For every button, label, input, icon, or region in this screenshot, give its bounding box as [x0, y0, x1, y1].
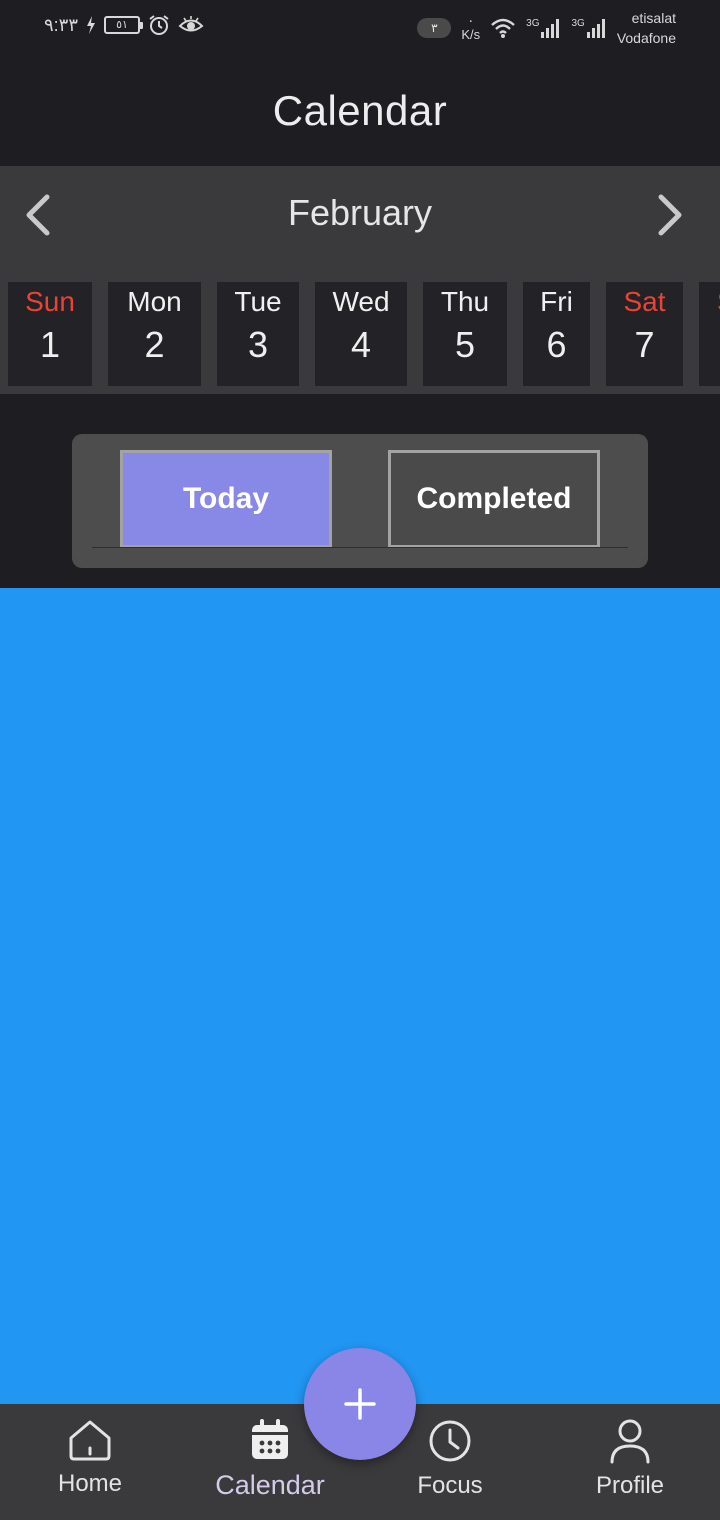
chevron-right-icon — [658, 194, 682, 236]
nav-calendar-label: Calendar — [215, 1470, 325, 1500]
nav-focus-label: Focus — [417, 1472, 483, 1499]
tab-today[interactable]: Today — [120, 450, 332, 548]
nav-home-label: Home — [57, 1470, 123, 1497]
tab-completed[interactable]: Completed — [388, 450, 600, 548]
plus-icon — [344, 1388, 376, 1420]
day-name: Sun — [25, 286, 75, 317]
page-title: Calendar — [272, 87, 448, 134]
day-item-thu[interactable]: Thu 5 — [423, 282, 507, 386]
app-screen: ٩:٣٣ ٥١ ٣ ٠ K/s 3G 3G etisalat Vodafone … — [0, 0, 720, 1520]
day-name: Tue — [234, 286, 282, 317]
nav-profile[interactable]: Profile — [540, 1418, 720, 1514]
network-type-2: 3G — [571, 18, 585, 29]
add-task-button[interactable] — [304, 1348, 416, 1460]
task-list-area — [0, 588, 720, 1404]
day-number: 1 — [39, 324, 61, 365]
signal-bars-icon — [586, 19, 605, 38]
next-month-button[interactable] — [646, 190, 696, 240]
eye-icon — [178, 16, 204, 32]
month-label: February — [287, 192, 433, 233]
signal-1: 3G — [526, 18, 561, 38]
wifi-icon — [491, 18, 515, 38]
month-strip: February Sun 1 Mon 2 Tue 3 Wed 4 Thu 5 F… — [0, 166, 720, 394]
day-number: 2 — [144, 324, 165, 365]
nav-home[interactable]: Home — [0, 1418, 180, 1514]
day-item-sun-partial[interactable]: S — [699, 282, 720, 386]
alarm-icon — [149, 15, 169, 35]
user-icon — [610, 1419, 650, 1464]
task-filter-area: Today Completed — [0, 394, 720, 588]
day-number: 7 — [634, 324, 655, 365]
day-item-tue[interactable]: Tue 3 — [217, 282, 299, 386]
day-name: Thu — [440, 286, 490, 317]
charging-icon — [87, 16, 96, 34]
day-selector: Sun 1 Mon 2 Tue 3 Wed 4 Thu 5 Fri 6 Sat … — [0, 282, 720, 386]
day-name: Fri — [540, 286, 573, 317]
app-bar: Calendar — [0, 56, 720, 166]
day-name: Sat — [623, 286, 666, 317]
day-item-mon[interactable]: Mon 2 — [108, 282, 201, 386]
signal-bars-icon — [541, 19, 560, 38]
task-filter-tabs: Today Completed — [72, 434, 648, 568]
day-name: Mon — [127, 286, 182, 317]
status-bar-left: ٩:٣٣ ٥١ — [44, 14, 204, 36]
day-number: 5 — [454, 324, 476, 365]
day-item-wed[interactable]: Wed 4 — [315, 282, 407, 386]
day-item-fri[interactable]: Fri 6 — [523, 282, 590, 386]
calendar-icon — [252, 1419, 288, 1459]
signal-2: 3G — [571, 18, 606, 38]
home-icon — [69, 1420, 111, 1461]
notification-count-badge: ٣ — [417, 18, 452, 38]
nav-profile-label: Profile — [595, 1472, 665, 1499]
status-bar-right: ٣ ٠ K/s 3G 3G etisalat Vodafone — [417, 8, 676, 48]
day-name: Wed — [332, 286, 390, 317]
day-number: 4 — [350, 324, 372, 365]
network-speed-unit: K/s — [461, 27, 481, 42]
day-item-sun[interactable]: Sun 1 — [8, 282, 92, 386]
clock-icon — [429, 1420, 471, 1462]
carrier-1: etisalat — [631, 10, 676, 26]
network-speed: ٠ K/s — [461, 14, 480, 42]
battery-icon: ٥١ — [104, 16, 144, 34]
network-type-1: 3G — [526, 18, 540, 29]
month-navigation: February — [0, 166, 720, 266]
day-number: 6 — [546, 324, 567, 365]
day-number: 3 — [247, 324, 269, 365]
day-item-sat[interactable]: Sat 7 — [606, 282, 683, 386]
network-speed-value: ٠ — [467, 13, 475, 28]
carrier-names: etisalat Vodafone — [617, 8, 676, 48]
status-time: ٩:٣٣ — [44, 14, 79, 35]
carrier-2: Vodafone — [616, 30, 676, 46]
status-bar: ٩:٣٣ ٥١ ٣ ٠ K/s 3G 3G etisalat Vodafone — [0, 0, 720, 56]
tab-divider — [92, 547, 628, 548]
